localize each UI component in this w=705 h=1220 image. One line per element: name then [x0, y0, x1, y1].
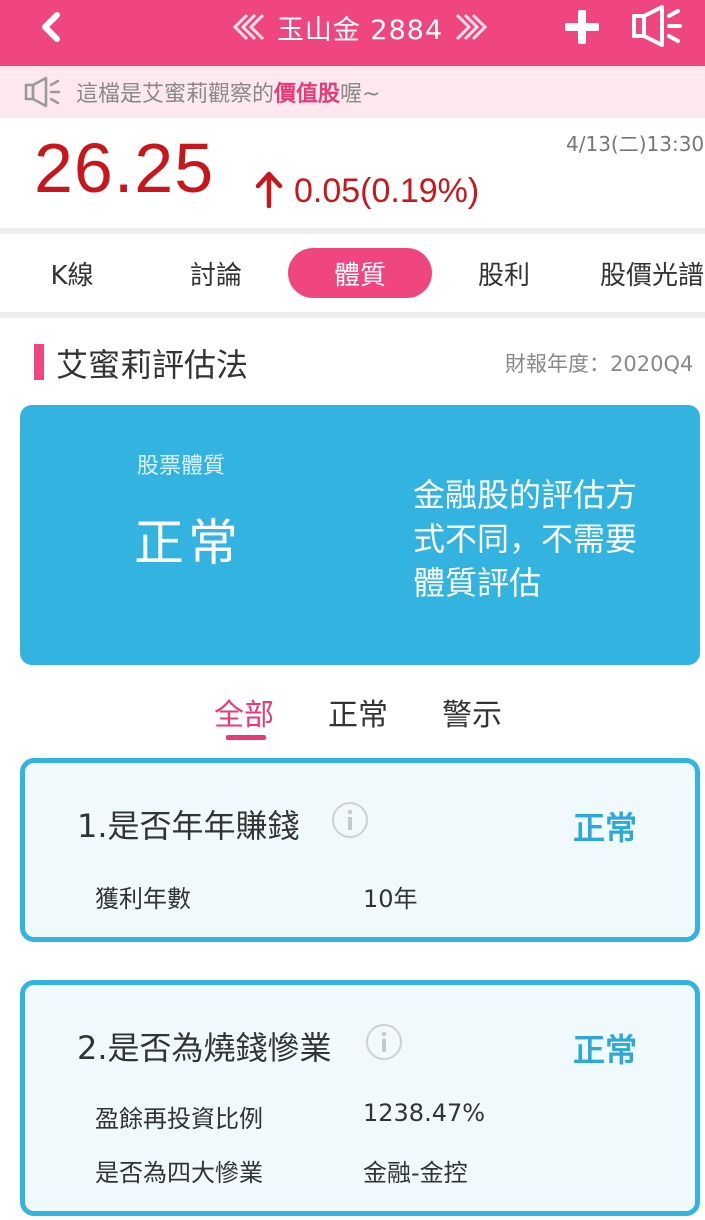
criteria-card[interactable]: 1.是否年年賺錢 正常 獲利年數 10年 — [20, 758, 700, 942]
criteria-row-value: 金融-金控 — [363, 1159, 468, 1187]
divider — [0, 312, 705, 318]
criteria-row-label: 是否為四大慘業 — [95, 1159, 263, 1187]
notice-bar: 這檔是艾蜜莉觀察的價值股喔~ — [0, 66, 705, 118]
criteria-row-value: 1238.47% — [363, 1099, 486, 1127]
tab-price-spectrum[interactable]: 股價光譜 — [600, 248, 705, 298]
stock-title-bar: 玉山金 2884 — [210, 4, 510, 50]
summary-description: 金融股的評估方式不同，不需要體質評估 — [413, 476, 638, 602]
arrow-up-icon — [255, 171, 283, 209]
filter-active-indicator — [226, 735, 266, 740]
tab-bar: K線 討論 體質 股利 股價光譜 — [0, 238, 705, 310]
megaphone-icon — [24, 76, 61, 108]
tab-dividend[interactable]: 股利 — [454, 248, 554, 298]
summary-card: 股票體質 正常 金融股的評估方式不同，不需要體質評估 — [20, 405, 700, 665]
criteria-row-label: 獲利年數 — [95, 885, 191, 913]
summary-label: 股票體質 — [137, 454, 226, 479]
criteria-status: 正常 — [573, 1031, 638, 1069]
filter-all[interactable]: 全部 — [214, 690, 274, 734]
notice-text: 這檔是艾蜜莉觀察的價值股喔~ — [76, 76, 380, 108]
filter-warning[interactable]: 警示 — [442, 690, 502, 734]
tab-discussion[interactable]: 討論 — [166, 248, 266, 298]
info-icon[interactable] — [331, 801, 369, 839]
criteria-row-value: 10年 — [363, 885, 418, 913]
tab-kline[interactable]: K線 — [22, 248, 122, 298]
criteria-status: 正常 — [573, 809, 638, 847]
notice-suffix: 喔~ — [340, 82, 381, 107]
quote-datetime: 4/13(二)13:30 — [566, 132, 705, 156]
filter-normal[interactable]: 正常 — [328, 690, 388, 734]
report-period: 財報年度：2020Q4 — [505, 352, 694, 376]
section-accent-bar — [34, 344, 44, 380]
notice-prefix: 這檔是艾蜜莉觀察的 — [76, 82, 275, 107]
double-chevron-right-icon[interactable] — [453, 12, 493, 42]
criteria-title: 2.是否為燒錢慘業 — [77, 1029, 332, 1067]
criteria-row-label: 盈餘再投資比例 — [95, 1105, 263, 1133]
section-title: 艾蜜莉評估法 — [56, 346, 249, 384]
divider — [0, 228, 705, 234]
double-chevron-left-icon[interactable] — [227, 12, 267, 42]
plus-icon[interactable] — [563, 8, 601, 46]
stock-price: 26.25 — [34, 129, 215, 207]
price-change: 0.05(0.19%) — [294, 172, 480, 210]
chevron-left-icon[interactable] — [34, 9, 70, 45]
tab-fundamentals[interactable]: 體質 — [288, 248, 432, 298]
top-bar: 玉山金 2884 — [0, 0, 705, 66]
summary-status: 正常 — [134, 514, 242, 572]
notice-highlight[interactable]: 價值股 — [274, 82, 340, 107]
stock-title: 玉山金 2884 — [276, 14, 444, 46]
criteria-title: 1.是否年年賺錢 — [77, 807, 300, 845]
criteria-card[interactable]: 2.是否為燒錢慘業 正常 盈餘再投資比例 1238.47% 是否為四大慘業 金融… — [20, 980, 700, 1216]
info-icon[interactable] — [365, 1023, 403, 1061]
megaphone-icon[interactable] — [630, 4, 684, 50]
